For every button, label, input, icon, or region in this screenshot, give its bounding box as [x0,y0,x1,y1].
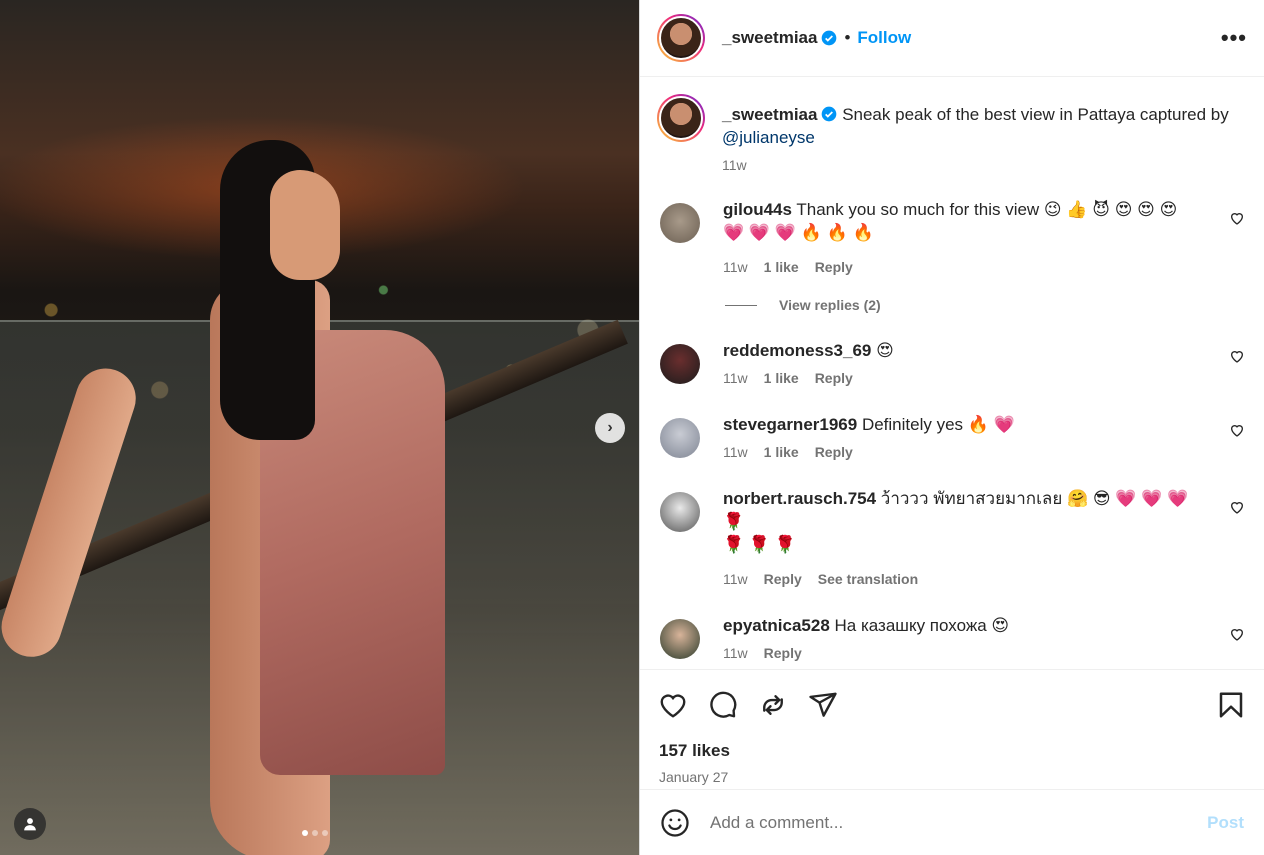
carousel-indicator [302,830,328,836]
comments-list[interactable]: _sweetmiaa Sneak peak of the best view i… [640,77,1264,669]
commenter-avatar[interactable] [660,203,700,243]
reply-button[interactable]: Reply [764,645,802,661]
divider [725,304,757,306]
commenter-avatar[interactable] [660,418,700,458]
commenter-avatar[interactable] [660,344,700,384]
comment-item: epyatnica528 На казашку похожа 😍 11w Repl… [657,614,1247,661]
post-actions-bar [640,669,1264,739]
comment-username[interactable]: gilou44s [723,200,792,219]
comment-likes[interactable]: 1 like [764,259,799,275]
follow-button[interactable]: Follow [857,28,911,48]
author-avatar[interactable] [657,14,705,62]
caption-text: Sneak peak of the best view in Pattaya c… [842,105,1229,124]
post-photo[interactable]: › [0,0,639,855]
like-comment-heart-icon[interactable] [1229,348,1245,364]
carousel-dot [312,830,318,836]
repost-icon[interactable] [758,690,788,720]
comment-username[interactable]: norbert.rausch.754 [723,489,876,508]
like-comment-heart-icon[interactable] [1229,626,1245,642]
comment-age: 11w [723,444,748,460]
view-replies-button[interactable]: View replies (2) [725,297,1247,313]
dot-separator: • [844,28,851,47]
commenter-avatar[interactable] [660,492,700,532]
like-comment-heart-icon[interactable] [1229,210,1245,226]
comment-item: norbert.rausch.754 ว้าววว พัทยาสวยมากเลย… [657,487,1247,587]
like-comment-heart-icon[interactable] [1229,422,1245,438]
post-dialog: › _sweetmiaa • Follow ••• _sweetmiaa Sne… [0,0,1264,855]
like-heart-icon[interactable] [658,690,688,720]
reply-button[interactable]: Reply [815,370,853,386]
share-send-icon[interactable] [808,690,838,720]
post-side-panel: _sweetmiaa • Follow ••• _sweetmiaa Sneak… [639,0,1264,855]
post-header: _sweetmiaa • Follow ••• [640,0,1264,77]
author-username[interactable]: _sweetmiaa [722,28,817,48]
post-date: January 27 [659,769,729,785]
comment-age: 11w [723,571,748,587]
comment-text: Definitely yes 🔥 💗 [861,415,1015,434]
comment-text: Thank you so much for this view 😉 👍 😈 😍 … [796,200,1178,219]
caption-username[interactable]: _sweetmiaa [722,105,817,124]
comment-item: stevegarner1969 Definitely yes 🔥 💗 11w 1 … [657,413,1247,460]
comment-text: На казашку похожа 😍 [834,616,1010,635]
comment-username[interactable]: stevegarner1969 [723,415,857,434]
see-translation-button[interactable]: See translation [818,571,918,587]
comment-likes[interactable]: 1 like [764,444,799,460]
post-caption: _sweetmiaa Sneak peak of the best view i… [657,94,1247,173]
next-photo-button[interactable]: › [595,413,625,443]
author-avatar[interactable] [657,94,705,142]
carousel-dot [322,830,328,836]
woman-figure [0,140,455,855]
more-options-icon[interactable]: ••• [1221,25,1247,51]
like-comment-heart-icon[interactable] [1229,499,1245,515]
comment-text: 😍 [876,341,894,360]
commenter-avatar[interactable] [660,619,700,659]
reply-button[interactable]: Reply [815,259,853,275]
comment-username[interactable]: epyatnica528 [723,616,830,635]
comment-text-cont: 🌹 🌹 🌹 [723,535,796,554]
tagged-user-button[interactable] [14,808,46,840]
verified-badge-icon [822,106,837,122]
comment-age: 11w [723,370,748,386]
carousel-dot [302,830,308,836]
comment-age: 11w [723,259,748,275]
emoji-icon[interactable] [660,808,690,838]
comment-age: 11w [723,645,748,661]
caption-mention-link[interactable]: @julianeyse [722,128,815,147]
comment-item: gilou44s Thank you so much for this view… [657,198,1247,275]
chevron-right-icon: › [607,419,613,436]
likes-count[interactable]: 157 likes [640,741,1264,761]
comment-bubble-icon[interactable] [708,690,738,720]
add-comment-bar: Post [640,789,1264,855]
comment-item: reddemoness3_69 😍 11w 1 like Reply [657,339,1247,386]
comment-likes[interactable]: 1 like [764,370,799,386]
post-comment-button[interactable]: Post [1207,813,1244,833]
save-bookmark-icon[interactable] [1216,690,1246,720]
reply-button[interactable]: Reply [764,571,802,587]
user-icon [24,818,36,831]
verified-badge-icon [822,30,837,46]
comment-username[interactable]: reddemoness3_69 [723,341,871,360]
caption-age: 11w [722,157,747,173]
comment-text-cont: 💗 💗 💗 🔥 🔥 🔥 [723,223,874,242]
reply-button[interactable]: Reply [815,444,853,460]
add-comment-input[interactable] [710,812,1208,833]
